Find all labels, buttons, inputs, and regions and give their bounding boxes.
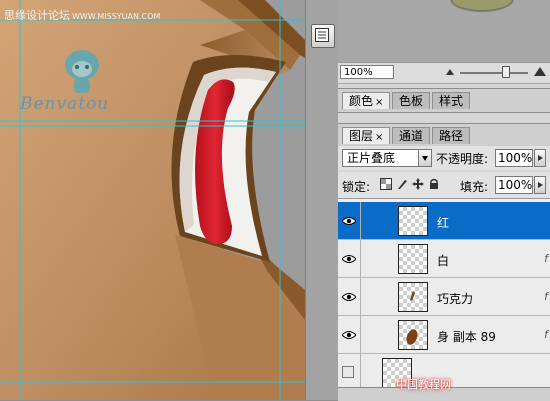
blend-opacity-row: 正片叠底 不透明度: 100% [338,146,550,170]
visibility-toggle[interactable] [338,354,361,387]
tab-swatches[interactable]: 色板 [392,92,431,109]
lock-paint-icon[interactable] [396,178,408,190]
zoom-in-icon[interactable] [534,67,546,76]
fill-arrow-icon[interactable] [534,176,546,194]
color-tabbar: 颜色 × 色板 样式 [338,88,550,113]
panels-column: 100% 颜色 × 色板 样式 图层 × 通道 路径 正片叠底 不透明度: 100%… [338,0,550,401]
opacity-arrow-icon[interactable] [534,149,546,167]
canvas-artwork [0,0,305,400]
visibility-toggle[interactable] [338,240,361,277]
visibility-toggle[interactable] [338,316,361,353]
zoom-slider-track[interactable] [460,72,528,74]
layer-name: 身 副本 89 [437,330,496,344]
visibility-toggle[interactable] [338,278,361,315]
tab-layers-label: 图层 [349,129,374,143]
layer-effects-icon[interactable]: f [544,252,548,265]
navigator-zoom-row: 100% [338,62,550,84]
tab-paths-label: 路径 [439,129,464,143]
visibility-toggle[interactable] [338,202,361,239]
navigator-thumbnail [450,0,514,12]
tab-styles-label: 样式 [439,94,464,108]
tab-close-icon[interactable]: × [375,97,383,108]
eye-icon [342,255,356,263]
eye-icon [342,217,356,225]
opacity-input[interactable]: 100% [495,149,533,167]
watermark-top-text: 思缘设计论坛 [4,9,70,22]
layer-row-body-copy[interactable]: 身 副本 89 f [338,316,550,354]
watermark-bottom: 中国教程网 [396,378,451,391]
watermark-top: 思缘设计论坛 WWW.MISSYUAN.COM [4,7,160,23]
layer-name: 巧克力 [437,292,474,306]
eye-icon [342,293,356,301]
layers-list: 红 白 f 巧克力 f 身 副本 89 f [338,199,550,387]
tab-paths[interactable]: 路径 [432,127,471,144]
navigator-preview[interactable] [338,0,550,62]
fill-input[interactable]: 100% [495,176,533,194]
tab-layers[interactable]: 图层 × [342,127,391,144]
zoom-slider-thumb[interactable] [502,66,510,78]
opacity-label: 不透明度: [436,152,489,166]
tab-channels-label: 通道 [399,129,424,143]
hidden-visibility-icon [342,366,354,378]
lock-move-icon[interactable] [412,178,424,190]
blend-mode-select[interactable]: 正片叠底 [342,149,432,167]
layer-row-white[interactable]: 白 f [338,240,550,278]
layers-tabbar: 图层 × 通道 路径 [338,123,550,148]
tab-swatches-label: 色板 [399,94,424,108]
layer-effects-icon[interactable]: f [544,328,548,341]
layer-thumbnail [398,320,428,350]
lock-fill-row: 锁定: 填充: 100% [338,172,550,199]
layer-thumbnail [398,244,428,274]
tab-styles[interactable]: 样式 [432,92,471,109]
zoom-out-icon[interactable] [446,69,454,75]
layer-thumbnail [398,282,428,312]
blend-mode-value: 正片叠底 [347,151,396,165]
layer-thumbnail [398,206,428,236]
eye-icon [342,331,356,339]
chocolate-shape-icon [410,291,415,301]
fill-label: 填充: [460,180,489,194]
document-canvas[interactable]: Benvatou 思缘设计论坛 WWW.MISSYUAN.COM [0,0,305,400]
body-shape-icon [406,329,418,345]
zoom-input[interactable]: 100% [340,65,394,79]
logo-text: Benvatou [20,94,110,114]
layer-row-red[interactable]: 红 [338,202,550,240]
panel-dock-strip [305,0,339,400]
panel-options-button[interactable] [311,24,335,48]
lock-transparency-icon[interactable] [380,178,392,190]
panel-options-icon [315,28,329,42]
lock-label: 锁定: [342,180,371,194]
layer-name: 红 [437,216,450,230]
watermark-top-url: WWW.MISSYUAN.COM [72,12,161,21]
layer-row-chocolate[interactable]: 巧克力 f [338,278,550,316]
tab-channels[interactable]: 通道 [392,127,431,144]
tab-close-icon[interactable]: × [375,132,383,143]
layer-name: 白 [437,254,450,268]
tab-color-label: 颜色 [349,94,374,108]
chevron-down-icon[interactable] [418,149,432,167]
tab-color[interactable]: 颜色 × [342,92,391,109]
layer-effects-icon[interactable]: f [544,290,548,303]
lock-all-icon[interactable] [428,178,440,190]
